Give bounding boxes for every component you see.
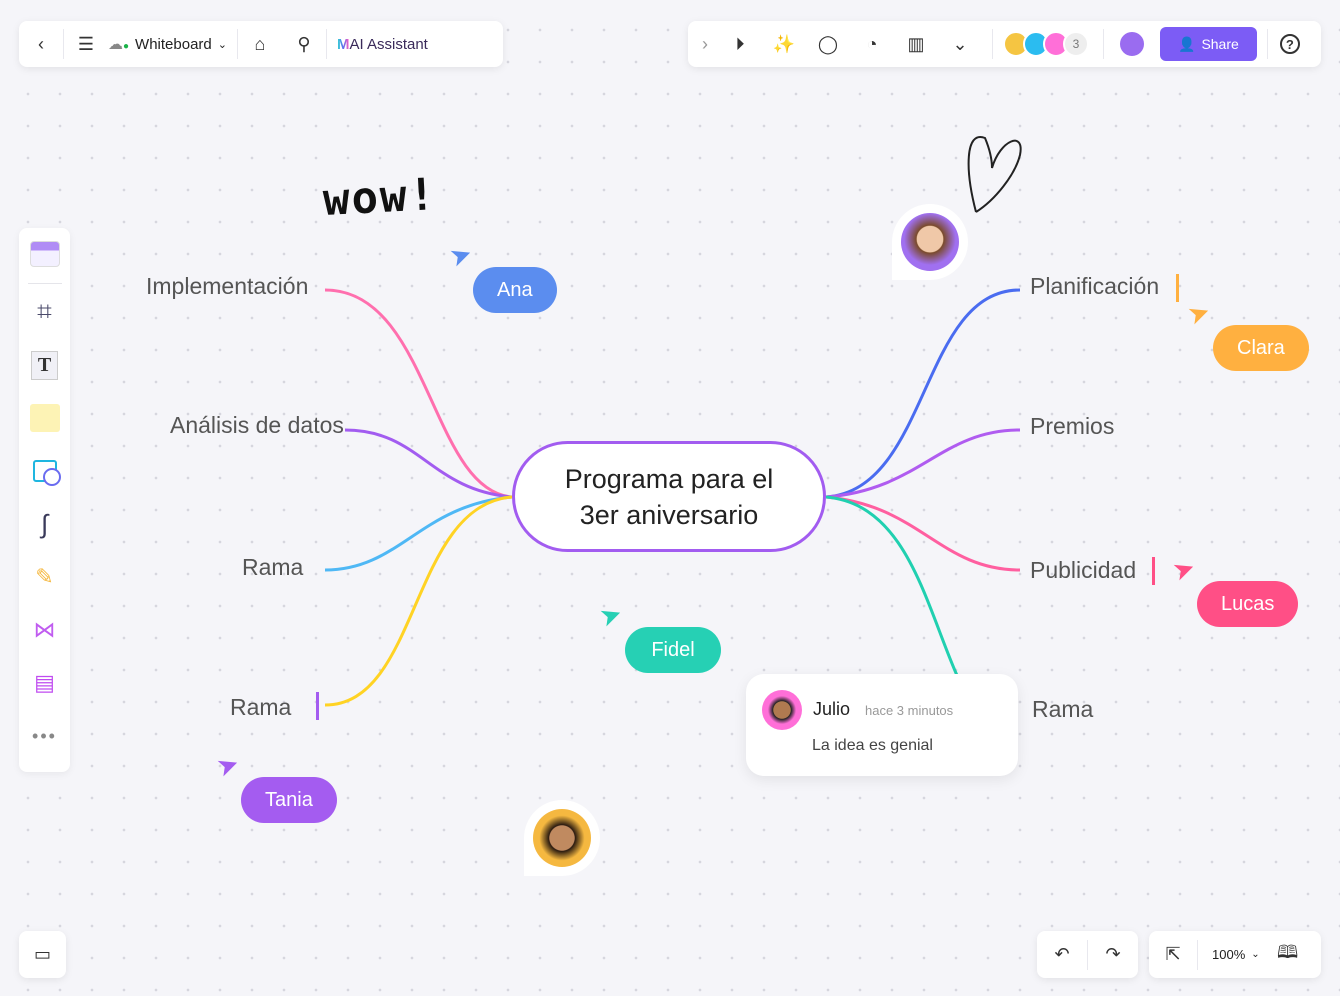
branch-line-implementacion (324, 288, 513, 499)
view-toolbar: ⇱ 100% ⌄ 🕮 (1149, 931, 1321, 978)
cursor-label-fidel: Fidel (625, 627, 721, 673)
map-settings-icon: ▭ (33, 944, 51, 964)
central-node[interactable]: Programa para el 3er aniversario (512, 441, 826, 552)
redo-button[interactable]: ↷ (1088, 933, 1138, 977)
text-caret-tania (316, 692, 319, 720)
avatar (901, 213, 959, 271)
comment-author: Julio (813, 699, 851, 719)
comment-card[interactable]: Julio hace 3 minutos La idea es genial (746, 674, 1018, 776)
node-implementacion[interactable]: Implementación (146, 273, 308, 300)
cursor-label-lucas: Lucas (1197, 581, 1299, 627)
zoom-level: 100% (1212, 947, 1246, 962)
branch-line-rama-1 (324, 495, 513, 572)
heart-doodle (967, 135, 1022, 213)
book-open-icon: 🕮 (1277, 941, 1299, 962)
text-caret-clara (1176, 274, 1179, 302)
avatar (533, 809, 591, 867)
node-rama-1[interactable]: Rama (242, 554, 303, 581)
cursor-label-clara: Clara (1213, 325, 1309, 371)
redo-icon: ↷ (1105, 944, 1121, 964)
branch-line-rama-2 (324, 495, 513, 707)
text-caret-lucas (1152, 557, 1155, 585)
commenter-avatar (762, 690, 802, 730)
node-analisis-de-datos[interactable]: Análisis de datos (170, 412, 344, 439)
branch-line-publicidad (825, 495, 1021, 572)
node-premios[interactable]: Premios (1030, 413, 1114, 440)
history-toolbar: ↶ ↷ (1037, 931, 1138, 978)
handwriting-wow: wow! (321, 169, 439, 226)
branch-line-planificacion (825, 288, 1021, 499)
central-node-line-2: 3er aniversario (579, 499, 759, 530)
node-rama-3[interactable]: Rama (1032, 696, 1093, 723)
select-tool-button[interactable]: ⇱ (1149, 933, 1197, 977)
node-rama-2[interactable]: Rama (230, 694, 291, 721)
undo-button[interactable]: ↶ (1037, 933, 1087, 977)
node-planificacion[interactable]: Planificación (1030, 273, 1159, 300)
central-node-line-1: Programa para el (564, 463, 774, 494)
node-publicidad[interactable]: Publicidad (1030, 557, 1136, 584)
minimap-toggle[interactable]: ▭ (19, 931, 66, 978)
zoom-dropdown[interactable]: 100% ⌄ (1198, 947, 1268, 962)
avatar-sticker[interactable] (524, 800, 600, 876)
avatar-sticker[interactable] (892, 204, 968, 280)
undo-icon: ↶ (1054, 944, 1070, 964)
comment-time: hace 3 minutos (865, 703, 954, 718)
chevron-down-icon: ⌄ (1251, 949, 1260, 960)
branch-line-premios (825, 428, 1021, 499)
cursor-label-tania: Tania (241, 777, 337, 823)
cursor-label-ana: Ana (473, 267, 557, 313)
pointer-icon: ⇱ (1165, 944, 1181, 964)
map-view-button[interactable]: 🕮 (1268, 933, 1308, 977)
comment-text: La idea es genial (812, 737, 933, 754)
